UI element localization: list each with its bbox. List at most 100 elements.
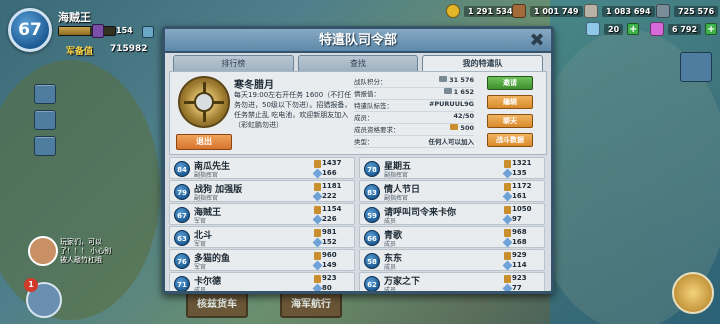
member-row[interactable]: 59 请呼叫司令来卡你 成员 1050 97 — [359, 203, 545, 225]
chat-message[interactable]: 玩家们，可以了！！！ 小心别被人敲竹杠哦 — [60, 238, 116, 265]
tab-leaderboard[interactable]: 排行榜 — [173, 55, 294, 71]
gem-icon — [502, 283, 513, 291]
stat-value-text: 1 652 — [453, 88, 474, 96]
gold-icon — [446, 4, 460, 18]
stat-label: 战队积分： — [354, 78, 387, 86]
gem-icon — [312, 260, 323, 271]
stone-resource[interactable]: 1 083 694 — [584, 4, 655, 18]
add-diamonds-button[interactable]: + — [627, 23, 640, 35]
member-level-badge: 78 — [364, 161, 380, 177]
stat-row: 成员资格要求： 500 — [354, 124, 474, 136]
member-level-badge: 84 — [174, 161, 190, 177]
guild-panel: 特遣队司令部 ✖ 排行榜 查找 我的特遣队 退出 寒冬腊月 每天19:00左右开… — [162, 26, 554, 294]
player-level-badge[interactable]: 67 — [8, 8, 52, 52]
member-row[interactable]: 63 北斗 军官 981 152 — [169, 226, 355, 248]
gem-resource[interactable]: 6 792 + — [650, 22, 718, 36]
member-row[interactable]: 76 多猫的鱼 军官 960 149 — [169, 249, 355, 271]
diamond-resource[interactable]: 20 + — [586, 22, 640, 36]
invite-button[interactable]: 邀请 — [487, 76, 533, 90]
member-trophies: 960 — [322, 251, 337, 259]
side-menu-button-2[interactable] — [34, 110, 56, 130]
member-gems: 152 — [322, 238, 337, 246]
member-row[interactable]: 79 战狗 加强版 副指挥官 1181 222 — [169, 180, 355, 202]
member-role: 副指挥官 — [384, 195, 409, 202]
stat-row: 成员： 42/50 — [354, 112, 474, 124]
member-list[interactable]: 84 南瓜先生 副指挥官 1437 166 78 星期五 副指挥官 1321 135 79 战狗 加强… — [169, 157, 547, 291]
add-gems-button[interactable]: + — [705, 23, 718, 35]
member-role: 成员 — [384, 241, 397, 248]
trophy-icon — [314, 160, 321, 168]
trophy-icon — [504, 229, 511, 237]
gem-icon — [502, 191, 513, 202]
tab-my-guild[interactable]: 我的特遣队 — [422, 55, 544, 71]
member-trophies: 981 — [322, 228, 337, 236]
close-icon[interactable]: ✖ — [527, 31, 547, 51]
member-role: 副指挥官 — [194, 172, 219, 179]
trophy-icon — [314, 229, 321, 237]
player-hud[interactable]: 67 海贼王 154 军备值 715982 — [8, 6, 168, 57]
stone-value: 1 083 694 — [602, 5, 655, 17]
profile-settings-icon[interactable] — [142, 26, 154, 38]
member-level-badge: 67 — [174, 207, 190, 223]
member-row[interactable]: 58 东东 成员 929 114 — [359, 249, 545, 271]
stat-label: 成员资格要求： — [354, 126, 400, 134]
trophy-icon — [314, 183, 321, 191]
trophy-icon — [504, 275, 511, 283]
member-level-badge: 59 — [364, 207, 380, 223]
stat-row: 情报值： 1 652 — [354, 88, 474, 100]
compass-icon[interactable] — [672, 272, 714, 314]
member-gems: 168 — [512, 238, 527, 246]
member-trophies: 1437 — [322, 159, 342, 167]
leave-guild-button[interactable]: 退出 — [176, 134, 232, 150]
gold-resource[interactable]: 1 291 534 — [446, 4, 517, 18]
member-trophies: 923 — [512, 274, 527, 282]
side-menu-button-3[interactable] — [34, 136, 56, 156]
member-row[interactable]: 84 南瓜先生 副指挥官 1437 166 — [169, 157, 355, 179]
tab-search[interactable]: 查找 — [297, 55, 419, 71]
member-gems: 166 — [322, 169, 337, 177]
member-row[interactable]: 78 星期五 副指挥官 1321 135 — [359, 157, 545, 179]
power-label: 军备值 — [66, 47, 94, 57]
xp-bar — [58, 26, 116, 36]
gem-value: 6 792 — [668, 23, 702, 35]
iron-resource[interactable]: 725 576 — [656, 4, 719, 18]
member-gems: 135 — [512, 169, 527, 177]
bottom-button-1[interactable]: 核兹货车 — [186, 292, 248, 318]
member-row[interactable]: 66 青歌 成员 968 168 — [359, 226, 545, 248]
trophy-icon — [504, 160, 511, 168]
stat-label: 情报值： — [354, 90, 380, 98]
member-role: 成员 — [384, 264, 397, 271]
edit-button[interactable]: 编辑 — [487, 95, 533, 109]
member-row[interactable]: 71 卡尔德 成员 923 80 — [169, 272, 355, 291]
stat-value: #PURUUL9G — [428, 100, 474, 108]
member-row[interactable]: 83 情人节日 副指挥官 1172 161 — [359, 180, 545, 202]
bottom-button-2[interactable]: 海军航行 — [280, 292, 342, 318]
iron-value: 725 576 — [674, 5, 719, 17]
trophy-icon — [504, 206, 511, 214]
chat-avatar[interactable] — [28, 236, 58, 266]
guild-description: 每天19:00左右开任务 1600（不打任务勿进，50级以下勿进）。招猎报备，任… — [234, 91, 352, 130]
trophy-icon — [314, 206, 321, 214]
battle-data-button[interactable]: 战斗数据 — [487, 133, 533, 147]
xp-bar-fill — [59, 27, 90, 35]
guild-info: 退出 寒冬腊月 每天19:00左右开任务 1600（不打任务勿进，50级以下勿进… — [169, 71, 547, 155]
member-row[interactable]: 67 海贼王 军官 1154 226 — [169, 203, 355, 225]
trophy-icon — [314, 275, 321, 283]
right-menu-button-1[interactable] — [680, 52, 712, 82]
wood-resource[interactable]: 1 001 749 — [512, 4, 583, 18]
player-name: 海贼王 — [58, 11, 91, 24]
member-level-badge: 76 — [174, 253, 190, 269]
stone-icon — [584, 4, 598, 18]
trophy-icon — [314, 252, 321, 260]
wood-value: 1 001 749 — [530, 5, 583, 17]
side-menu-button-1[interactable] — [34, 84, 56, 104]
guild-stats: 战队积分： 31 576 情报值： 1 652 特遣队标签： #PURUUL9G 成员… — [354, 76, 474, 148]
guild-emblem — [178, 76, 230, 128]
gem-icon — [312, 214, 323, 225]
member-trophies: 923 — [322, 274, 337, 282]
chat-button[interactable]: 聊天 — [487, 114, 533, 128]
trophy-icon — [504, 252, 511, 260]
intel-icon — [443, 88, 452, 94]
member-row[interactable]: 62 万家之下 成员 923 77 — [359, 272, 545, 291]
member-gems: 149 — [322, 261, 337, 269]
